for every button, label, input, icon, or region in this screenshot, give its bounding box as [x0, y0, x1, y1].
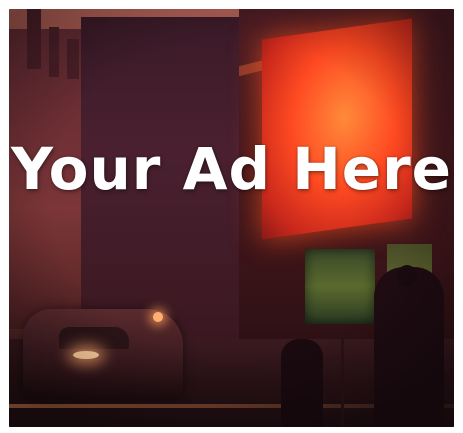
vignette: [9, 9, 454, 427]
ad-headline: Your Ad Here: [10, 135, 453, 203]
ad-banner-image: Your Ad Here: [9, 9, 454, 427]
